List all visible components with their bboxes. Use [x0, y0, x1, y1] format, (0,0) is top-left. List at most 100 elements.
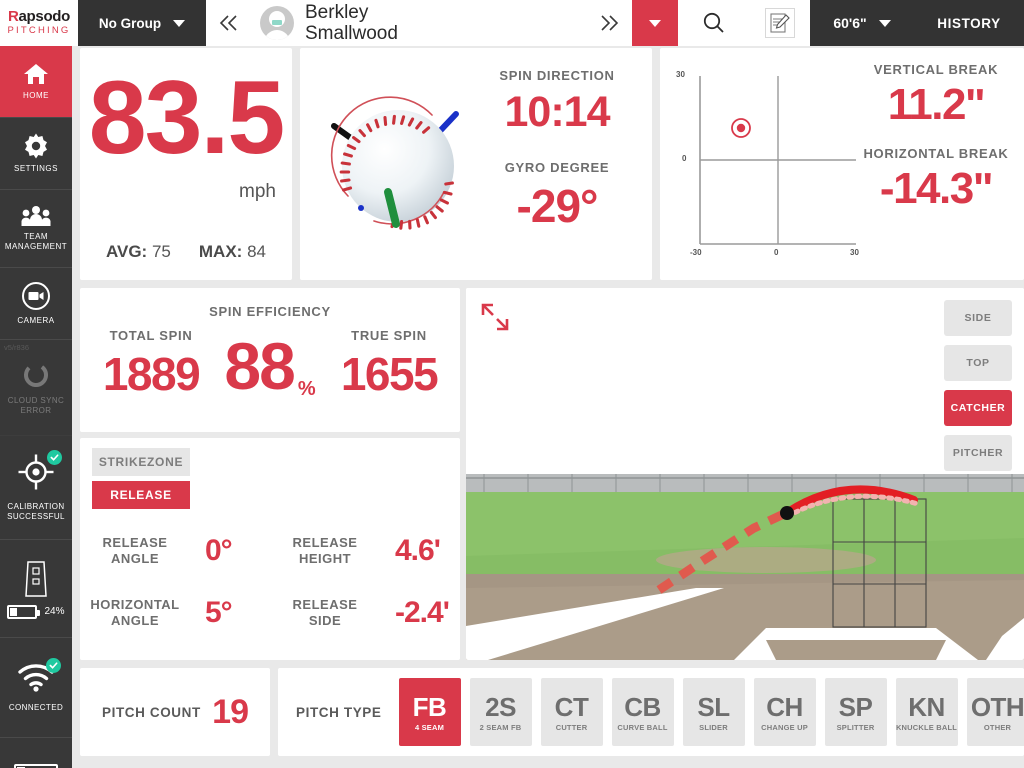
- chevron-down-icon: [878, 19, 891, 27]
- device-icon: [25, 560, 47, 597]
- true-spin-label: TRUE SPIN: [351, 328, 427, 343]
- true-spin-group: TRUE SPIN 1655: [324, 328, 454, 404]
- notes-button[interactable]: [750, 0, 810, 46]
- spin-efficiency-value: 88: [224, 329, 295, 403]
- player-card[interactable]: Berkley Smallwood: [252, 0, 586, 46]
- view-button-pitcher[interactable]: PITCHER: [944, 435, 1012, 471]
- break-y-tick-top: 30: [676, 70, 685, 79]
- status-calibration: CALIBRATION SUCCESSFUL: [0, 436, 72, 540]
- metric-release-angle-label: RELEASE ANGLE: [102, 535, 168, 566]
- pitch-type-oth[interactable]: OTH OTHER: [966, 678, 1024, 746]
- sidebar-item-team-management[interactable]: TEAM MANAGEMENT: [0, 190, 72, 268]
- pitch-type-cb-name: CURVE BALL: [617, 722, 668, 732]
- view-button-top[interactable]: TOP: [944, 345, 1012, 381]
- pitch-type-cb[interactable]: CB CURVE BALL: [611, 678, 674, 746]
- rapsodo-pitching-app: Rapsodo PITCHING No Group Berkley Smallw…: [0, 0, 1024, 768]
- home-icon: [24, 64, 48, 84]
- view-button-top-label: TOP: [966, 357, 990, 369]
- break-x-tick-zero: 0: [774, 248, 779, 257]
- top-bar: Rapsodo PITCHING No Group Berkley Smallw…: [0, 0, 1024, 46]
- pitch-count-card: PITCH COUNT 19: [80, 668, 270, 756]
- status-wifi: CONNECTED: [0, 638, 72, 738]
- status-device-battery: 24%: [0, 540, 72, 638]
- notepad-pencil-icon: [765, 8, 795, 38]
- pitch-type-sl-abbr: SL: [697, 691, 730, 722]
- pitch-type-sp-name: SPLITTER: [836, 722, 875, 732]
- pitch-type-2s-abbr: 2S: [485, 691, 516, 722]
- tab-release[interactable]: RELEASE: [92, 481, 190, 509]
- vertical-break-value: 11.2": [887, 80, 986, 129]
- metric-release-angle-value: 0°: [205, 534, 233, 567]
- velocity-card: 83.5 mph AVG: 75 MAX: 84: [80, 48, 292, 280]
- trajectory-3d-view[interactable]: SIDE TOP CATCHER PITCHER: [466, 288, 1024, 660]
- spin-direction-card: SPIN DIRECTION 10:14 GYRO DEGREE -29°: [300, 48, 652, 280]
- spin-efficiency-percent: %: [297, 378, 316, 400]
- velocity-value: 83.5: [88, 60, 285, 176]
- device-battery-label: 24%: [44, 606, 65, 617]
- pitch-type-sl-name: SLIDER: [699, 722, 728, 732]
- player-dropdown-button[interactable]: [632, 0, 678, 46]
- device-battery-icon: [7, 604, 41, 619]
- distance-selector[interactable]: 60'6": [810, 0, 914, 46]
- gear-icon: [25, 133, 47, 159]
- break-x-tick-max: 30: [850, 248, 859, 257]
- pitch-type-oth-name: OTHER: [983, 722, 1012, 732]
- pitch-type-2s[interactable]: 2S 2 SEAM FB: [469, 678, 532, 746]
- pitch-type-sl[interactable]: SL SLIDER: [682, 678, 745, 746]
- pitch-type-card: PITCH TYPE FB 4 SEAM 2S 2 SEAM FB CT CUT…: [278, 668, 1024, 756]
- status-calibration-label: CALIBRATION SUCCESSFUL: [7, 502, 65, 521]
- sidebar-item-settings[interactable]: SETTINGS: [0, 118, 72, 190]
- expand-arrows-icon: [481, 303, 509, 331]
- chevron-double-left-icon: [219, 15, 237, 31]
- pitch-type-fb[interactable]: FB 4 SEAM: [398, 678, 461, 746]
- chevron-down-icon: [173, 19, 186, 27]
- velocity-avg-label: AVG:: [105, 242, 148, 261]
- camera-icon: [22, 282, 50, 310]
- status-cloud-sync-label: CLOUD SYNC ERROR: [7, 395, 65, 415]
- spin-direction-value: 10:14: [504, 88, 611, 136]
- player-last-name: Smallwood: [305, 23, 398, 44]
- pitch-type-kn[interactable]: KN KNUCKLE BALL: [895, 678, 958, 746]
- metric-horizontal-angle: HORIZONTAL ANGLE 5°: [80, 596, 270, 630]
- previous-player-button[interactable]: [206, 0, 252, 46]
- sidebar-item-home[interactable]: HOME: [0, 46, 72, 118]
- break-y-tick-zero: 0: [682, 154, 687, 163]
- tab-strikezone[interactable]: STRIKEZONE: [92, 448, 190, 476]
- group-selector-label: No Group: [98, 15, 162, 31]
- pitch-type-ch-abbr: CH: [766, 691, 803, 722]
- horizontal-break-title: HORIZONTAL BREAK: [863, 146, 1009, 161]
- pitch-type-fb-abbr: FB: [412, 691, 447, 722]
- history-button[interactable]: HISTORY: [914, 0, 1024, 46]
- pitch-type-ct-name: CUTTER: [555, 722, 588, 732]
- pitch-type-fb-name: 4 SEAM: [414, 722, 445, 732]
- logo-initial: R: [7, 8, 19, 25]
- break-plot: 30 0 -30 0 30: [676, 62, 868, 267]
- sidebar-item-camera[interactable]: CAMERA: [0, 268, 72, 340]
- group-selector[interactable]: No Group: [78, 0, 206, 46]
- player-first-name: Berkley: [305, 2, 369, 23]
- metric-release-height-value: 4.6': [395, 534, 441, 567]
- next-player-button[interactable]: [586, 0, 632, 46]
- search-button[interactable]: [678, 0, 750, 46]
- pitch-count-value: 19: [212, 692, 249, 731]
- view-button-catcher[interactable]: CATCHER: [944, 390, 1012, 426]
- pitch-type-ct[interactable]: CT CUTTER: [540, 678, 603, 746]
- metric-release-side-value: -2.4': [395, 596, 450, 629]
- pitch-type-oth-abbr: OTH: [970, 691, 1024, 722]
- pitch-type-sp-abbr: SP: [838, 691, 873, 722]
- field-render: [466, 288, 1024, 660]
- pitch-type-2s-name: 2 SEAM FB: [479, 722, 522, 732]
- expand-view-button[interactable]: [480, 302, 510, 337]
- pitch-type-ch[interactable]: CH CHANGE UP: [753, 678, 816, 746]
- pitch-count-label: PITCH COUNT: [102, 704, 201, 720]
- horizontal-break-value: -14.3": [879, 164, 994, 213]
- history-label: HISTORY: [937, 15, 1001, 31]
- metric-release-side: RELEASE SIDE -2.4': [270, 596, 460, 630]
- logo-name: apsodo: [18, 8, 71, 25]
- wifi-ok-badge: [46, 658, 61, 673]
- view-button-side[interactable]: SIDE: [944, 300, 1012, 336]
- status-cloud-sync: v5/r836 CLOUD SYNC ERROR: [0, 340, 72, 436]
- pitch-type-sp[interactable]: SP SPLITTER: [824, 678, 887, 746]
- gyro-degree-value: -29°: [516, 180, 599, 232]
- sidebar: HOME SETTINGS TEAM MANAGEMENT CAMERA v5/…: [0, 46, 72, 768]
